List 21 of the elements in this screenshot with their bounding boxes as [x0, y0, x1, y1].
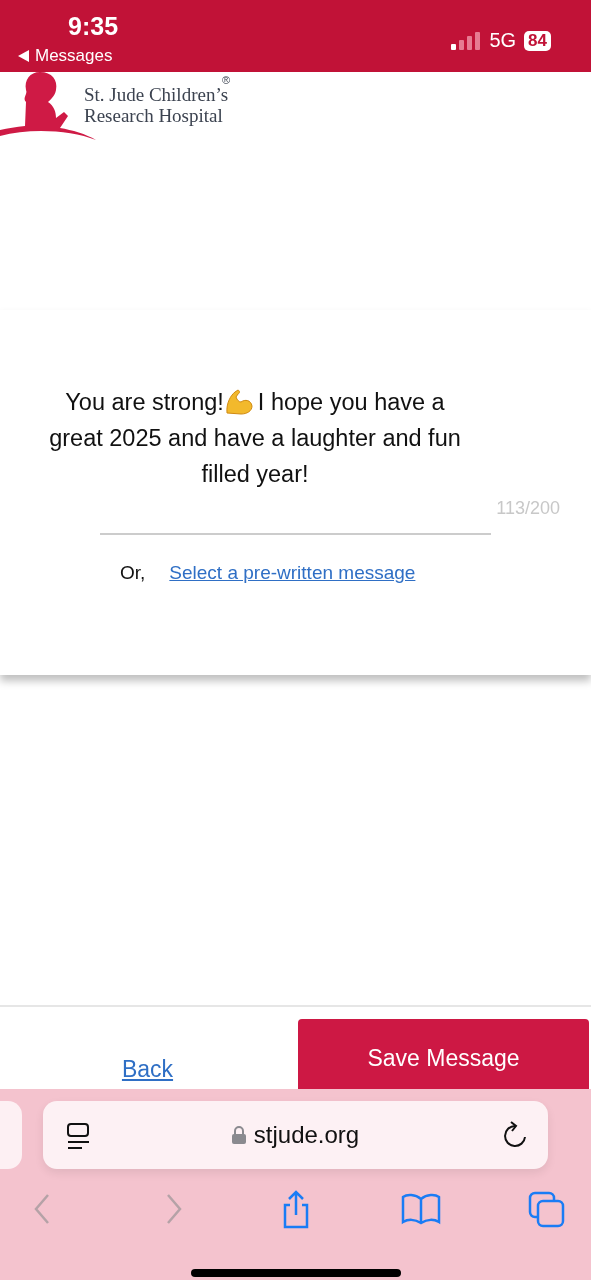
triangle-left-icon — [18, 50, 29, 62]
battery-level: 84 — [524, 30, 551, 51]
lock-icon — [231, 1126, 246, 1144]
address-bar[interactable]: stjude.org — [43, 1101, 548, 1169]
message-field[interactable]: You are strong! I hope you have a great 2025 and have a laughter and fun filled year! — [45, 384, 465, 492]
clock-time: 9:35 — [68, 12, 119, 41]
reader-icon[interactable] — [67, 1123, 91, 1149]
signal-icon — [451, 31, 482, 50]
registered-mark: ® — [222, 74, 231, 86]
back-link[interactable]: Back — [0, 1019, 295, 1089]
tabs-icon[interactable] — [526, 1189, 566, 1229]
flexed-arm-icon — [224, 389, 253, 415]
pre-written-message-link[interactable]: Select a pre-written message — [169, 562, 416, 584]
or-label: Or, — [120, 562, 146, 584]
network-label: 5G — [489, 29, 517, 52]
reload-icon[interactable] — [502, 1121, 528, 1149]
logo-text: St. Jude Children’s — [84, 84, 229, 105]
save-message-button[interactable]: Save Message — [298, 1019, 589, 1089]
url-text: stjude.org — [253, 1121, 360, 1149]
logo-text: Research Hospital — [84, 105, 224, 126]
back-to-app-link[interactable]: Messages — [18, 46, 113, 66]
